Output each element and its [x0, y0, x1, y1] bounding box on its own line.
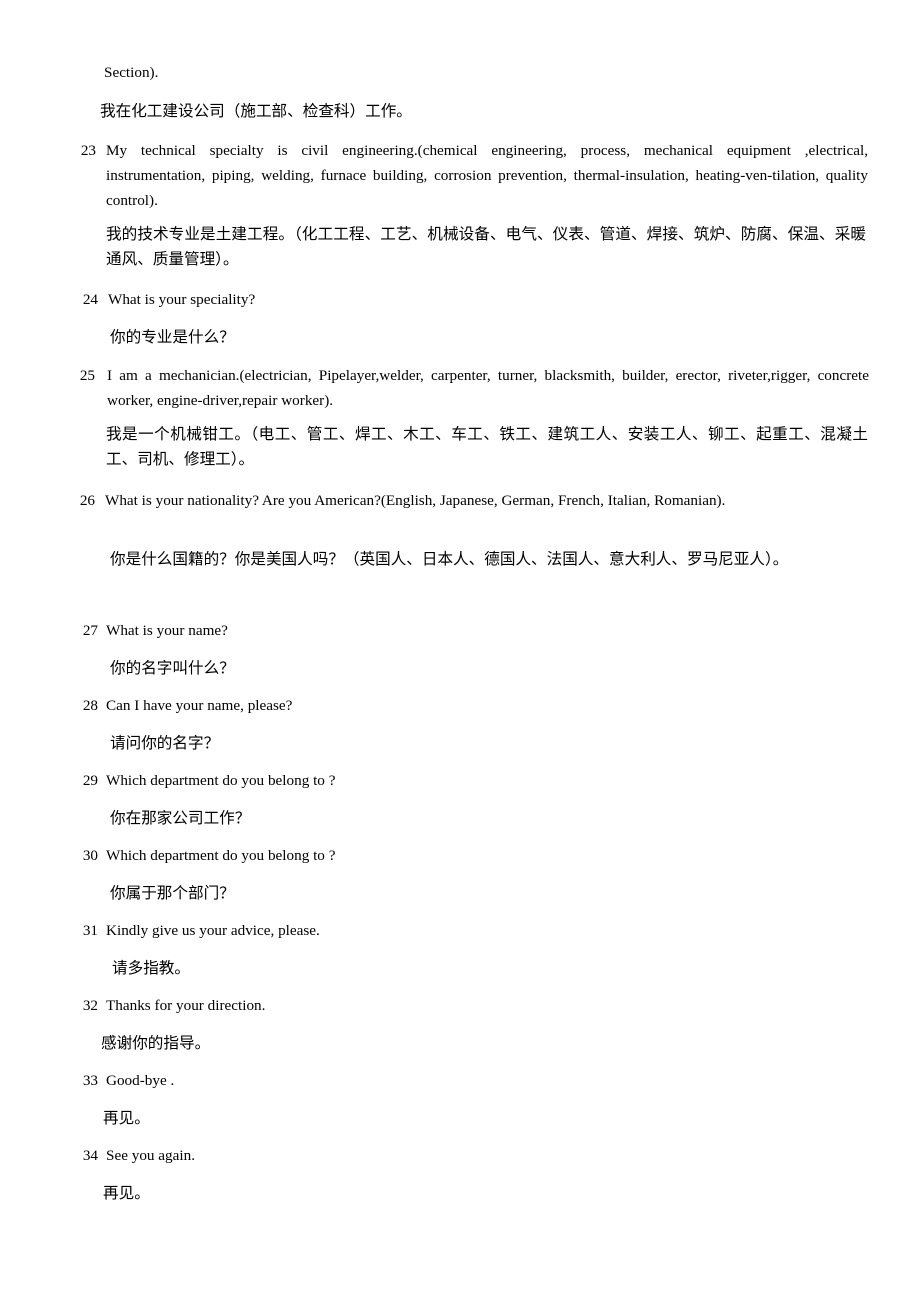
entry-chinese-wrap-28: 请问你的名字？: [110, 731, 870, 756]
entry-english-24: What is your speciality?: [108, 291, 256, 308]
entry-chinese-23: 我的技术专业是土建工程。（化工工程、工艺、机械设备、电气、仪表、管道、焊接、筑炉…: [106, 225, 866, 268]
entry-english-32: Thanks for your direction.: [106, 997, 266, 1014]
entry-english-31: Kindly give us your advice, please.: [106, 922, 320, 939]
entry-english-25: I am a mechanician.(electrician, Pipelay…: [107, 367, 869, 409]
entry-english-29: Which department do you belong to ?: [106, 772, 336, 789]
entry-26: 26 What is your nationality? Are you Ame…: [61, 488, 869, 513]
entry-english-30: Which department do you belong to ?: [106, 847, 336, 864]
entry-chinese-24: 你的专业是什么？: [110, 328, 235, 346]
entry-chinese-31: 请多指教。: [112, 959, 190, 977]
entry-chinese-wrap-24: 你的专业是什么？: [110, 325, 870, 350]
entry-chinese-wrap-25: 我是一个机械钳工。（电工、管工、焊工、木工、车工、铁工、建筑工人、安装工人、铆工…: [106, 422, 868, 472]
entry-number-26: 26: [79, 492, 95, 509]
entry-chinese-wrap-29: 你在那家公司工作？: [110, 806, 870, 831]
entry-number-28: 28: [82, 697, 98, 714]
entry-chinese-32: 感谢你的指导。: [101, 1034, 211, 1052]
entry-number-23: 23: [80, 142, 96, 159]
entry-number-25: 25: [79, 367, 95, 384]
entry-chinese-wrap-32: 感谢你的指导。: [101, 1031, 861, 1056]
entry-number-33: 33: [82, 1072, 98, 1089]
entry-25: 25 I am a mechanician.(electrician, Pipe…: [61, 363, 869, 413]
entry-23: 23 My technical specialty is civil engin…: [62, 138, 868, 213]
document-page: Section). 我在化工建设公司（施工部、检查科）工作。 23 My tec…: [0, 0, 920, 1302]
entry-english-27: What is your name?: [106, 622, 228, 639]
continued-english-text: Section).: [104, 64, 159, 81]
entry-31: 31 Kindly give us your advice, please.: [64, 918, 870, 943]
entry-number-32: 32: [82, 997, 98, 1014]
entry-number-34: 34: [82, 1147, 98, 1164]
entry-chinese-28: 请问你的名字？: [110, 734, 220, 752]
entry-29: 29 Which department do you belong to ?: [64, 768, 870, 793]
entry-30: 30 Which department do you belong to ?: [64, 843, 870, 868]
entry-chinese-25: 我是一个机械钳工。（电工、管工、焊工、木工、车工、铁工、建筑工人、安装工人、铆工…: [106, 425, 868, 468]
entry-english-33: Good-bye .: [106, 1072, 175, 1089]
continued-chinese-line: 我在化工建设公司（施工部、检查科）工作。: [100, 99, 866, 124]
entry-34: 34 See you again.: [64, 1143, 870, 1168]
entry-chinese-wrap-31: 请多指教。: [112, 956, 872, 981]
entry-number-30: 30: [82, 847, 98, 864]
entry-chinese-29: 你在那家公司工作？: [110, 809, 251, 827]
entry-number-27: 27: [82, 622, 98, 639]
entry-english-28: Can I have your name, please?: [106, 697, 293, 714]
entry-chinese-wrap-27: 你的名字叫什么？: [110, 656, 870, 681]
entry-chinese-26: 你是什么国籍的？你是美国人吗？（英国人、日本人、德国人、法国人、意大利人、罗马尼…: [110, 550, 789, 568]
entry-chinese-27: 你的名字叫什么？: [110, 659, 235, 677]
entry-number-31: 31: [82, 922, 98, 939]
entry-number-24: 24: [82, 291, 98, 308]
entry-english-26: What is your nationality? Are you Americ…: [105, 492, 726, 509]
entry-28: 28 Can I have your name, please?: [64, 693, 870, 718]
entry-chinese-wrap-26: 你是什么国籍的？你是美国人吗？（英国人、日本人、德国人、法国人、意大利人、罗马尼…: [110, 547, 868, 572]
entry-chinese-30: 你属于那个部门？: [110, 884, 235, 902]
entry-chinese-33: 再见。: [103, 1109, 150, 1127]
entry-33: 33 Good-bye .: [64, 1068, 870, 1093]
entry-27: 27 What is your name?: [64, 618, 870, 643]
entry-english-23: My technical specialty is civil engineer…: [106, 142, 868, 209]
entry-english-34: See you again.: [106, 1147, 195, 1164]
entry-chinese-wrap-23: 我的技术专业是土建工程。（化工工程、工艺、机械设备、电气、仪表、管道、焊接、筑炉…: [106, 222, 866, 272]
entry-chinese-34: 再见。: [103, 1184, 150, 1202]
entry-chinese-wrap-30: 你属于那个部门？: [110, 881, 870, 906]
continued-chinese-text: 我在化工建设公司（施工部、检查科）工作。: [100, 102, 412, 120]
entry-32: 32 Thanks for your direction.: [64, 993, 870, 1018]
entry-number-29: 29: [82, 772, 98, 789]
entry-chinese-wrap-34: 再见。: [103, 1181, 863, 1206]
continued-english-line: Section).: [104, 60, 864, 85]
entry-24: 24 What is your speciality?: [64, 287, 870, 312]
entry-chinese-wrap-33: 再见。: [103, 1106, 863, 1131]
